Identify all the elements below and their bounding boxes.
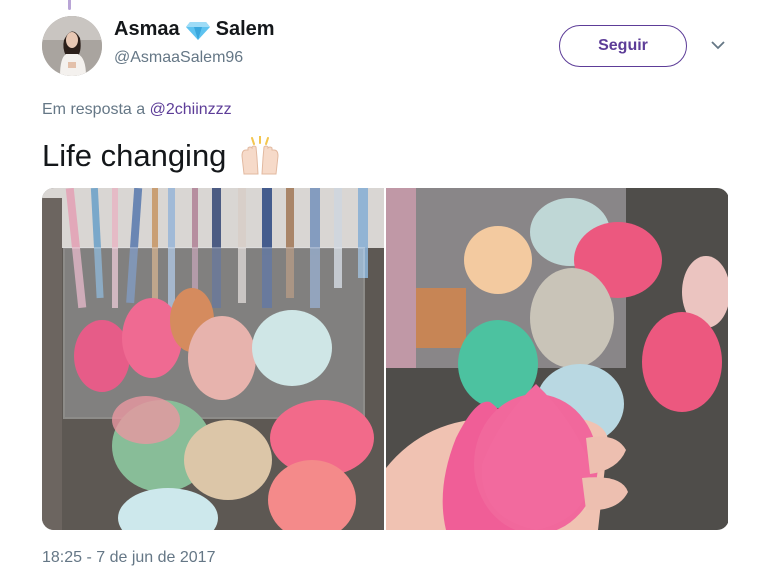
reply-context: Em resposta a @2chiinzzz	[42, 101, 232, 119]
gem-icon	[185, 21, 210, 40]
author-last-name: Salem	[215, 18, 275, 40]
author-first-name: Asmaa	[114, 18, 180, 40]
tweet-text: Life changing	[42, 136, 282, 176]
reply-prefix: Em resposta a	[42, 101, 146, 118]
tweet-body: Life changing	[42, 138, 227, 173]
reply-mention-link[interactable]: @2chiinzzz	[150, 101, 232, 118]
author-handle[interactable]: @AsmaaSalem96	[114, 49, 243, 67]
raised-hands-icon	[241, 136, 279, 175]
avatar[interactable]	[42, 16, 102, 76]
photo-2[interactable]	[386, 188, 728, 530]
profile-photo	[42, 16, 102, 76]
thread-connector	[68, 0, 71, 10]
author-name[interactable]: Asmaa Salem	[114, 18, 275, 41]
tweet-timestamp[interactable]: 18:25 - 7 de jun de 2017	[42, 549, 215, 567]
chevron-down-icon[interactable]	[709, 38, 727, 52]
media-gallery	[42, 188, 729, 530]
sponge-in-hand-photo	[386, 188, 728, 530]
follow-button[interactable]: Seguir	[559, 25, 687, 67]
sponges-organizer-photo	[42, 188, 384, 530]
photo-1[interactable]	[42, 188, 384, 530]
